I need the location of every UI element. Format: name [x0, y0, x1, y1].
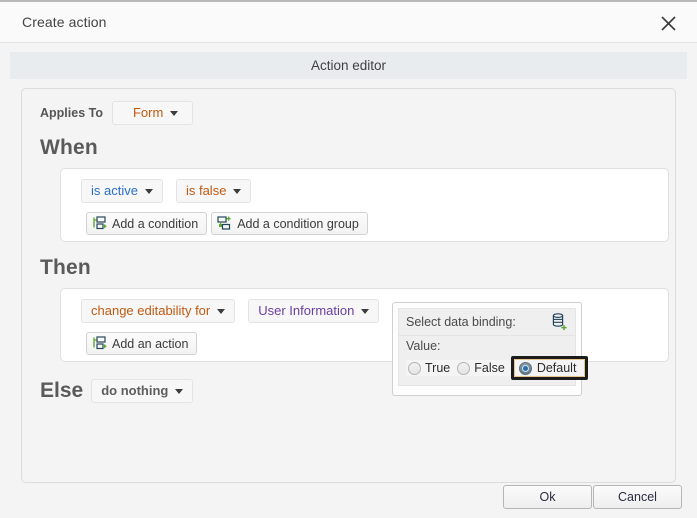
then-action-row: change editability for User Information …: [81, 299, 403, 323]
window-title: Create action: [22, 14, 107, 30]
add-condition-group-icon: [217, 216, 232, 231]
radio-false-label: False: [474, 361, 505, 375]
when-condition-row: is active is false: [81, 179, 252, 203]
add-condition-group-button[interactable]: Add a condition group: [211, 212, 368, 235]
condition-is-active-dropdown[interactable]: is active: [81, 179, 163, 203]
radio-default-focus-ring: Default: [510, 356, 589, 380]
add-action-label: Add an action: [112, 336, 189, 351]
add-condition-icon: [92, 216, 107, 231]
chevron-down-icon: [217, 309, 226, 314]
radio-default[interactable]: Default: [513, 359, 586, 377]
data-binding-body: Value: True False Default: [398, 335, 589, 386]
cancel-button-label: Cancel: [618, 490, 657, 504]
applies-to-label: Applies To: [40, 106, 103, 120]
radio-false[interactable]: False: [455, 360, 510, 376]
add-action-button[interactable]: Add an action: [86, 332, 198, 355]
ok-button[interactable]: Ok: [503, 485, 592, 509]
cancel-button[interactable]: Cancel: [593, 485, 682, 509]
when-heading: When: [40, 136, 98, 159]
add-condition-label: Add a condition: [112, 216, 199, 231]
then-button-row: Add an action: [86, 332, 198, 355]
value-label: Value:: [406, 339, 441, 353]
value-radio-group: True False Default: [406, 356, 589, 380]
action-editor-panel: Applies To Form When is active is false: [21, 88, 676, 483]
when-button-row: Add a condition Add a condition group: [86, 212, 368, 235]
window-titlebar: Create action: [0, 2, 697, 43]
add-condition-button[interactable]: Add a condition: [86, 212, 208, 235]
action-editor-header: Action editor: [10, 52, 687, 79]
applies-to-value: Form: [132, 105, 164, 120]
ok-button-label: Ok: [539, 490, 556, 504]
else-row: Else do nothing: [40, 379, 194, 403]
chevron-down-icon: [144, 189, 153, 194]
else-dropdown[interactable]: do nothing: [91, 379, 194, 403]
radio-true-label: True: [425, 361, 451, 375]
data-binding-header: Select data binding:: [398, 308, 576, 335]
chevron-down-icon: [170, 111, 179, 116]
else-value: do nothing: [101, 383, 169, 398]
radio-dot-selected-icon: [518, 361, 532, 375]
radio-true[interactable]: True: [406, 360, 456, 376]
action-verb-dropdown[interactable]: change editability for: [81, 299, 236, 323]
action-editor-header-label: Action editor: [310, 58, 387, 73]
action-target-dropdown[interactable]: User Information: [248, 299, 380, 323]
action-target-label: User Information: [258, 303, 355, 318]
dialog-footer: Ok Cancel: [0, 484, 697, 518]
data-binding-popup: Select data binding: Value: True False D…: [392, 302, 589, 396]
radio-dot-icon: [408, 361, 421, 375]
action-verb-label: change editability for: [91, 303, 211, 318]
chevron-down-icon: [233, 189, 242, 194]
chevron-down-icon: [361, 309, 370, 314]
condition-0-label: is active: [91, 183, 138, 198]
add-action-icon: [92, 336, 107, 351]
add-condition-group-label: Add a condition group: [237, 216, 359, 231]
else-label: Else: [40, 379, 84, 402]
applies-to-row: Applies To Form: [40, 101, 194, 125]
chevron-down-icon: [175, 389, 184, 394]
data-binding-label: Select data binding:: [406, 315, 516, 329]
applies-to-dropdown[interactable]: Form: [111, 101, 194, 125]
condition-is-false-dropdown[interactable]: is false: [175, 179, 252, 203]
radio-dot-icon: [457, 361, 471, 375]
when-box: is active is false Add a condition Add a…: [60, 168, 669, 242]
then-heading: Then: [40, 256, 91, 279]
close-icon[interactable]: [653, 8, 683, 38]
radio-default-label: Default: [536, 361, 577, 375]
database-add-icon[interactable]: [552, 313, 568, 334]
condition-1-label: is false: [185, 183, 227, 198]
